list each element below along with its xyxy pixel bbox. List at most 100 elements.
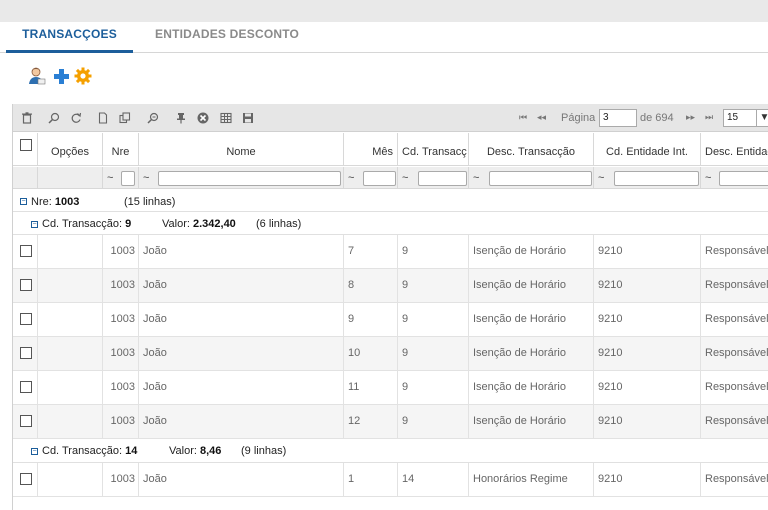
row-checkbox[interactable] bbox=[20, 415, 32, 427]
filter-cd-transaccao: ~ bbox=[398, 167, 469, 188]
group-g1-label: Cd. Transacção: bbox=[42, 218, 123, 230]
group-g2-valor: 8,46 bbox=[199, 445, 222, 457]
header-select-all[interactable] bbox=[13, 133, 38, 165]
cell-mes: 11 bbox=[344, 371, 398, 405]
last-page-button[interactable]: ⏭ bbox=[705, 112, 713, 123]
table-row[interactable]: 1003 João 7 9 Isenção de Horário 9210 Responsá… bbox=[13, 235, 768, 269]
cell-cd-entidade: 9210 bbox=[594, 463, 701, 497]
cell-desc-transaccao: Honorários Regime bbox=[469, 463, 594, 497]
cell-cd-entidade: 9210 bbox=[594, 235, 701, 269]
filter-desc-entidade-input[interactable] bbox=[719, 171, 768, 186]
header-desc-transaccao[interactable]: Desc. Transacção bbox=[469, 133, 594, 165]
row-select-cell bbox=[13, 337, 38, 371]
row-select-cell bbox=[13, 405, 38, 439]
row-opcoes-cell bbox=[38, 269, 103, 303]
tab-transaccoes[interactable]: TRANSACÇOES bbox=[6, 26, 133, 53]
save-icon[interactable] bbox=[242, 112, 254, 124]
header-desc-entidade[interactable]: Desc. Entidad bbox=[701, 133, 768, 165]
pin-icon[interactable] bbox=[175, 112, 187, 124]
prev-page-button[interactable]: ◂◂ bbox=[537, 112, 546, 123]
filter-nre: ~ bbox=[103, 167, 139, 188]
filter-nome-input[interactable] bbox=[158, 171, 341, 186]
user-icon[interactable] bbox=[27, 66, 47, 86]
page-size-select[interactable]: 15 ▼ bbox=[723, 109, 768, 127]
cell-nome: João bbox=[139, 463, 344, 497]
cell-cd-transaccao: 9 bbox=[398, 371, 469, 405]
trash-icon[interactable] bbox=[21, 112, 33, 124]
header-nome[interactable]: Nome bbox=[139, 133, 344, 165]
add-icon[interactable] bbox=[51, 66, 71, 86]
cell-desc-entidade: Responsável bbox=[705, 279, 768, 291]
zoom-icon[interactable] bbox=[147, 112, 159, 124]
cell-desc-transaccao: Isenção de Horário bbox=[469, 371, 594, 405]
table-row[interactable]: 1003 João 8 9 Isenção de Horário 9210 Responsá… bbox=[13, 269, 768, 303]
row-checkbox[interactable] bbox=[20, 473, 32, 485]
filter-mes-input[interactable] bbox=[363, 171, 396, 186]
group-nre-label: Nre: bbox=[31, 196, 52, 208]
filter-cd-entidade-input[interactable] bbox=[614, 171, 699, 186]
header-mes[interactable]: Mês bbox=[344, 133, 398, 165]
cell-desc-transaccao: Isenção de Horário bbox=[469, 269, 594, 303]
collapse-icon[interactable]: − bbox=[20, 198, 27, 205]
header-cd-transaccao[interactable]: Cd. Transacç bbox=[398, 133, 469, 165]
row-checkbox[interactable] bbox=[20, 347, 32, 359]
cell-mes: 9 bbox=[344, 303, 398, 337]
cell-desc-entidade: Responsável bbox=[705, 473, 768, 485]
column-header-row: Opções Nre Nome Mês Cd. Transacç Desc. T… bbox=[13, 133, 768, 166]
cell-desc-transaccao: Isenção de Horário bbox=[469, 405, 594, 439]
cell-nome: João bbox=[139, 303, 344, 337]
clear-filter-icon[interactable] bbox=[197, 112, 209, 124]
table-row[interactable] bbox=[13, 497, 768, 510]
cell-mes: 8 bbox=[344, 269, 398, 303]
page-input[interactable]: 3 bbox=[599, 109, 637, 127]
filter-mes: ~ bbox=[344, 167, 398, 188]
page-count: de 694 bbox=[640, 112, 674, 124]
group-nre-value: 1003 bbox=[54, 196, 80, 208]
tab-bar: TRANSACÇOES ENTIDADES DESCONTO bbox=[0, 22, 768, 53]
row-checkbox[interactable] bbox=[20, 245, 32, 257]
cell-nre: 1003 bbox=[103, 303, 139, 337]
settings-gear-icon[interactable] bbox=[73, 66, 93, 86]
row-checkbox[interactable] bbox=[20, 381, 32, 393]
row-checkbox[interactable] bbox=[20, 279, 32, 291]
table-row[interactable]: 1003 João 11 9 Isenção de Horário 9210 Respons… bbox=[13, 371, 768, 405]
tab-entidades-desconto[interactable]: ENTIDADES DESCONTO bbox=[155, 26, 299, 41]
cell-nre: 1003 bbox=[103, 235, 139, 269]
header-opcoes[interactable]: Opções bbox=[38, 133, 103, 165]
group-header-nre: − Nre: 1003 (15 linhas) bbox=[13, 190, 768, 212]
next-page-button[interactable]: ▸▸ bbox=[686, 112, 695, 123]
header-cd-entidade[interactable]: Cd. Entidade Int. bbox=[594, 133, 701, 165]
document-icon[interactable] bbox=[97, 112, 109, 124]
refresh-icon[interactable] bbox=[70, 112, 82, 124]
filter-nre-input[interactable] bbox=[121, 171, 135, 186]
header-nre[interactable]: Nre bbox=[103, 133, 139, 165]
collapse-icon[interactable]: − bbox=[31, 448, 38, 455]
top-bar bbox=[0, 0, 768, 22]
row-checkbox[interactable] bbox=[20, 313, 32, 325]
table-row[interactable]: 1003 João 12 9 Isenção de Horário 9210 Respons… bbox=[13, 405, 768, 439]
cell-nre: 1003 bbox=[103, 337, 139, 371]
search-icon[interactable] bbox=[48, 112, 60, 124]
cell-cd-entidade: 9210 bbox=[594, 371, 701, 405]
collapse-icon[interactable]: − bbox=[31, 221, 38, 228]
cell-cd-transaccao: 14 bbox=[398, 463, 469, 497]
filter-cd-transaccao-input[interactable] bbox=[418, 171, 467, 186]
cell-cd-entidade: 9210 bbox=[594, 269, 701, 303]
select-all-checkbox[interactable] bbox=[20, 139, 32, 151]
copy-icon[interactable] bbox=[119, 112, 131, 124]
table-row[interactable]: 1003 João 1 14 Honorários Regime 9210 Responsá… bbox=[13, 463, 768, 497]
cell-nome: João bbox=[139, 337, 344, 371]
columns-icon[interactable] bbox=[220, 112, 232, 124]
cell-nre: 1003 bbox=[103, 371, 139, 405]
filter-nome: ~ bbox=[139, 167, 344, 188]
cell-desc-entidade: Responsável bbox=[705, 313, 768, 325]
row-select-cell bbox=[13, 269, 38, 303]
filter-desc-transaccao-input[interactable] bbox=[489, 171, 592, 186]
cell-cd-transaccao: 9 bbox=[398, 337, 469, 371]
row-opcoes-cell bbox=[38, 235, 103, 269]
table-row[interactable]: 1003 João 9 9 Isenção de Horário 9210 Responsá… bbox=[13, 303, 768, 337]
first-page-button[interactable]: ⏮ bbox=[519, 112, 527, 123]
cell-nre: 1003 bbox=[103, 269, 139, 303]
page-size-value: 15 bbox=[727, 112, 739, 123]
table-row[interactable]: 1003 João 10 9 Isenção de Horário 9210 Respons… bbox=[13, 337, 768, 371]
